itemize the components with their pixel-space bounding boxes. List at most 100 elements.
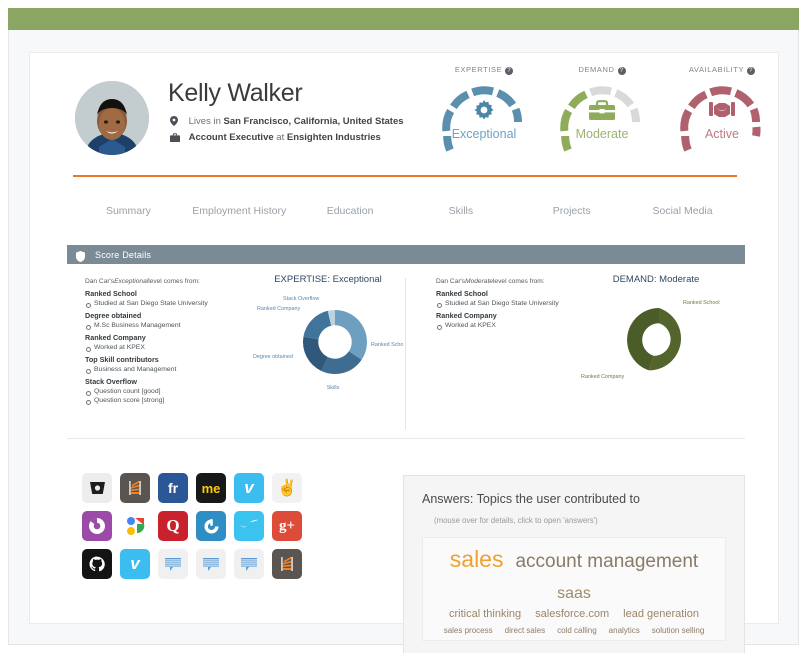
- gauge-expertise[interactable]: EXPERTISE? Exceptional: [425, 61, 543, 164]
- cloud-row: sales process direct sales cold calling …: [433, 626, 715, 635]
- gauge-expertise-title: EXPERTISE?: [425, 65, 543, 75]
- gauge-demand-value: Moderate: [575, 127, 629, 141]
- checkmark-icon[interactable]: [234, 511, 264, 541]
- group-item: Question score [strong]: [85, 397, 275, 405]
- profile-employment: Account Executive at Ensighten Industrie…: [170, 132, 381, 145]
- tab-social-media[interactable]: Social Media: [627, 205, 738, 217]
- tab-skills[interactable]: Skills: [405, 205, 516, 217]
- panel-expertise: Dan Car'sExceptionallevel comes from: Ra…: [67, 274, 406, 430]
- group-item: Business and Management: [85, 366, 275, 374]
- answers-subtitle: (mouse over for details, click to open '…: [434, 516, 598, 525]
- section-divider: [67, 438, 745, 439]
- score-details-label: Score Details: [95, 249, 152, 260]
- demand-donut-chart: DEMAND: Moderate Ranked School Ranked Co…: [581, 274, 731, 394]
- nav-tabs: Summary Employment History Education Ski…: [73, 189, 738, 233]
- score-panels: Dan Car'sExceptionallevel comes from: Ra…: [67, 264, 745, 436]
- score-details-section: Score Details Dan Car'sExceptionallevel …: [67, 245, 745, 436]
- company-name: Ensighten Industries: [286, 132, 381, 143]
- shield-icon: [76, 249, 85, 262]
- gauge-demand[interactable]: DEMAND? Moderate: [543, 61, 661, 164]
- group-item: Question count [good]: [85, 388, 275, 396]
- aboutme-icon[interactable]: me: [196, 473, 226, 503]
- cloud-row: sales account management saas: [433, 546, 715, 603]
- donut-label: Degree obtained: [253, 354, 293, 360]
- comment-bubble-icon-2[interactable]: [196, 549, 226, 579]
- group-item: Worked at KPEX: [85, 344, 275, 352]
- donut-label: Stack Overflow: [283, 296, 319, 302]
- group-item: M.Sc Business Management: [85, 322, 275, 330]
- github-icon[interactable]: [82, 549, 112, 579]
- group-title: Ranked Company: [85, 333, 146, 342]
- donut-label: Ranked School: [371, 342, 403, 348]
- donut-label: Ranked Company: [581, 374, 624, 380]
- topic-tag[interactable]: direct sales: [505, 626, 545, 635]
- comment-bubble-icon-1[interactable]: [158, 549, 188, 579]
- question-mark-icon[interactable]: ?: [747, 67, 756, 75]
- topic-tag[interactable]: sales: [450, 546, 504, 573]
- profile-card: Kelly Walker Lives in San Francisco, Cal…: [29, 52, 780, 653]
- googleplus-icon[interactable]: g+: [272, 511, 302, 541]
- profile-location: Lives in San Francisco, California, Unit…: [170, 116, 404, 129]
- topic-tag[interactable]: cold calling: [557, 626, 597, 635]
- briefcase-icon: [170, 133, 186, 145]
- quora-icon[interactable]: Q: [158, 511, 188, 541]
- page-root: Kelly Walker Lives in San Francisco, Cal…: [0, 0, 807, 653]
- question-mark-icon[interactable]: ?: [505, 67, 514, 75]
- tab-employment-history[interactable]: Employment History: [184, 205, 295, 217]
- donut-label: Ranked Company: [257, 306, 300, 312]
- gowalla-icon[interactable]: [196, 511, 226, 541]
- browser-viewport: Kelly Walker Lives in San Francisco, Cal…: [8, 30, 799, 653]
- expertise-breakdown: Dan Car'sExceptionallevel comes from: Ra…: [85, 278, 275, 405]
- friendfeed-icon[interactable]: fr: [158, 473, 188, 503]
- panel-demand: Dan Car'sModeratelevel comes from: Ranke…: [406, 274, 745, 430]
- orange-divider: [73, 175, 737, 177]
- question-mark-icon[interactable]: ?: [617, 67, 626, 75]
- topic-tag[interactable]: lead generation: [623, 608, 699, 620]
- score-details-header: Score Details: [67, 245, 745, 264]
- topic-tag[interactable]: solution selling: [652, 626, 704, 635]
- comment-bubble-icon-3[interactable]: [234, 549, 264, 579]
- stackoverflow-icon-2[interactable]: [272, 549, 302, 579]
- top-green-bar: [8, 8, 799, 30]
- topic-tag[interactable]: analytics: [609, 626, 640, 635]
- gauge-availability[interactable]: AVAILABILITY? Active: [663, 61, 781, 164]
- google-icon[interactable]: [120, 511, 150, 541]
- location-prefix: Lives in: [188, 116, 221, 127]
- gauge-availability-value: Active: [704, 127, 740, 141]
- topic-tag[interactable]: critical thinking: [449, 608, 521, 620]
- gauge-demand-title: DEMAND?: [543, 65, 661, 75]
- expertise-donut-chart: EXPERTISE: Exceptional Ranked Scho Skill…: [253, 274, 403, 394]
- group-title: Degree obtained: [85, 311, 142, 320]
- vimeo-icon[interactable]: v: [234, 473, 264, 503]
- stackoverflow-icon[interactable]: [120, 473, 150, 503]
- social-media-icons: fr me v ✌ Q g+ v: [82, 473, 312, 579]
- topic-tag[interactable]: salesforce.com: [535, 608, 609, 620]
- location-pin-icon: [170, 116, 186, 129]
- donut-label: Skills: [327, 385, 340, 391]
- score-gauges: EXPERTISE? Exceptional DEMAND ? Moderate…: [425, 61, 780, 175]
- work-connector: at: [276, 132, 285, 143]
- peace-hand-icon[interactable]: ✌: [272, 473, 302, 503]
- page-title: Kelly Walker: [168, 79, 303, 107]
- vimeo-icon-2[interactable]: v: [120, 549, 150, 579]
- tab-education[interactable]: Education: [295, 205, 406, 217]
- tab-summary[interactable]: Summary: [73, 205, 184, 217]
- picasa-icon[interactable]: [82, 511, 112, 541]
- topic-tag[interactable]: saas: [557, 585, 591, 603]
- topic-tag[interactable]: sales process: [444, 626, 493, 635]
- cloud-row: critical thinking salesforce.com lead ge…: [433, 608, 715, 620]
- topic-word-cloud[interactable]: sales account management saas critical t…: [422, 537, 726, 641]
- gauge-expertise-value: Exceptional: [451, 127, 517, 141]
- tab-projects[interactable]: Projects: [516, 205, 627, 217]
- expertise-intro: Dan Car'sExceptionallevel comes from:: [85, 278, 200, 285]
- group-item: Studied at San Diego State University: [85, 300, 275, 308]
- group-title: Ranked School: [85, 289, 137, 298]
- answers-panel: Answers: Topics the user contributed to …: [403, 475, 745, 653]
- bitbucket-icon[interactable]: [82, 473, 112, 503]
- topic-tag[interactable]: account management: [515, 551, 698, 573]
- avatar: [75, 81, 149, 155]
- gauge-availability-title: AVAILABILITY?: [663, 65, 781, 75]
- answers-title: Answers: Topics the user contributed to: [422, 492, 640, 506]
- profile-header: Kelly Walker Lives in San Francisco, Cal…: [30, 53, 780, 175]
- location-value: San Francisco, California, United States: [223, 116, 404, 127]
